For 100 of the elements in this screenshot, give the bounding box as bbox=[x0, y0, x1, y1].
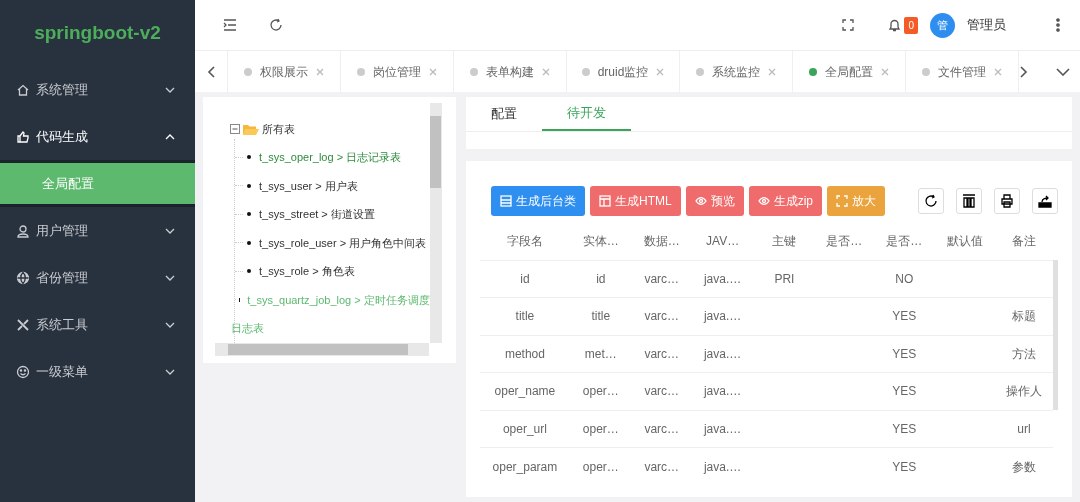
table-cell: java.… bbox=[703, 421, 742, 436]
table-cell: id bbox=[520, 271, 530, 286]
sidebar-menu-item[interactable]: 省份管理 bbox=[0, 254, 195, 301]
print-button[interactable] bbox=[994, 188, 1020, 214]
page-tab[interactable]: 文件管理 bbox=[906, 50, 1019, 93]
expand-arrows-icon bbox=[836, 195, 848, 207]
column-header: 是否… bbox=[826, 233, 863, 248]
bell-icon[interactable] bbox=[888, 18, 902, 32]
action-button[interactable]: 生成后台类 bbox=[491, 186, 585, 216]
table-cell: PRI bbox=[774, 271, 795, 286]
chevron-left-icon[interactable] bbox=[207, 65, 215, 78]
table-cell: YES bbox=[892, 421, 917, 436]
table-cell: varc… bbox=[644, 346, 680, 361]
page-tab[interactable]: 系统监控 bbox=[680, 50, 793, 93]
sidebar-menu-item[interactable]: 系统工具 bbox=[0, 301, 195, 348]
tree-node[interactable]: t_sys_oper_log > 日志记录表 bbox=[259, 149, 402, 166]
table-cell: varc… bbox=[644, 271, 680, 286]
table-cell: java.… bbox=[703, 459, 742, 474]
table-cell: YES bbox=[892, 459, 917, 474]
user-icon bbox=[16, 223, 30, 238]
column-header: 实体… bbox=[582, 233, 619, 248]
refresh-icon bbox=[924, 194, 938, 208]
menu-icon[interactable] bbox=[223, 19, 237, 31]
column-header: 主键 bbox=[772, 233, 797, 248]
sidebar-menu-item[interactable]: 代码生成 bbox=[0, 113, 195, 160]
horizontal-scrollbar[interactable] bbox=[215, 343, 429, 356]
table-cell: title bbox=[591, 309, 611, 324]
chevron-down-icon[interactable] bbox=[1056, 67, 1070, 76]
thumbs-up-icon bbox=[16, 129, 30, 144]
table-cell: id bbox=[596, 271, 606, 286]
vertical-scrollbar[interactable] bbox=[1053, 260, 1058, 410]
content-tab[interactable]: 配置 bbox=[466, 97, 542, 131]
column-header: 备注 bbox=[1012, 233, 1037, 248]
columns-icon bbox=[962, 194, 976, 208]
table-cell: title bbox=[515, 309, 535, 324]
table-cell: oper… bbox=[582, 384, 619, 399]
layout-icon bbox=[599, 195, 611, 207]
table-cell: java.… bbox=[703, 309, 742, 324]
table-cell: met… bbox=[584, 346, 617, 361]
page-tab[interactable]: 全局配置 bbox=[793, 50, 906, 93]
chevron-right-icon[interactable] bbox=[1020, 65, 1028, 78]
export-button[interactable] bbox=[1032, 188, 1058, 214]
app-logo: springboot-v2 bbox=[34, 20, 161, 45]
table-cell: java.… bbox=[703, 271, 742, 286]
columns-button[interactable] bbox=[956, 188, 982, 214]
page-tab[interactable]: druid监控 bbox=[567, 50, 680, 93]
table-cell: java.… bbox=[703, 346, 742, 361]
more-icon[interactable] bbox=[1056, 18, 1060, 32]
refresh-button[interactable] bbox=[918, 188, 944, 214]
table-cell: varc… bbox=[644, 309, 680, 324]
eye-icon bbox=[694, 195, 707, 207]
page-tab[interactable]: 权限展示 bbox=[228, 50, 341, 93]
print-icon bbox=[1000, 194, 1014, 208]
table-cell: url bbox=[1017, 421, 1031, 436]
table-cell: 标题 bbox=[1012, 309, 1037, 324]
table-cell: YES bbox=[892, 384, 917, 399]
avatar[interactable]: 管 bbox=[930, 12, 955, 38]
vertical-scrollbar[interactable] bbox=[429, 103, 442, 343]
user-name[interactable]: 管理员 bbox=[967, 15, 1006, 35]
eye-icon bbox=[757, 195, 770, 207]
tree-node[interactable]: t_sys_role_user > 用户角色中间表 bbox=[259, 234, 427, 251]
globe-icon bbox=[16, 270, 30, 285]
table-cell: NO bbox=[895, 271, 914, 286]
page-tab[interactable]: 岗位管理 bbox=[341, 50, 454, 93]
table-cell: 参数 bbox=[1012, 459, 1037, 474]
table-cell: oper… bbox=[582, 421, 619, 436]
table-icon bbox=[500, 195, 512, 207]
sidebar-menu-item[interactable]: 系统管理 bbox=[0, 66, 195, 113]
home-icon bbox=[16, 82, 30, 97]
page-tab[interactable]: 表单构建 bbox=[454, 50, 567, 93]
tools-icon bbox=[16, 317, 30, 332]
column-header: 字段名 bbox=[506, 233, 543, 248]
column-header: 默认值 bbox=[947, 233, 984, 248]
column-header: JAV… bbox=[706, 233, 740, 248]
tree-node[interactable]: t_sys_role > 角色表 bbox=[259, 263, 355, 280]
table-cell: varc… bbox=[644, 384, 680, 399]
tree-node[interactable]: t_sys_street > 街道设置 bbox=[259, 206, 375, 223]
tree-node[interactable]: 所有表 bbox=[262, 120, 295, 138]
table-cell: 方法 bbox=[1012, 346, 1037, 361]
table-cell: YES bbox=[892, 346, 917, 361]
table-cell: java.… bbox=[703, 384, 742, 399]
refresh-icon[interactable] bbox=[269, 18, 283, 32]
table-cell: oper_param bbox=[492, 459, 558, 474]
smile-icon bbox=[16, 364, 30, 379]
content-tab[interactable]: 待开发 bbox=[542, 97, 631, 131]
sidebar-menu-item[interactable]: 用户管理 bbox=[0, 207, 195, 254]
fullscreen-icon[interactable] bbox=[842, 19, 855, 31]
column-header: 数据… bbox=[643, 233, 680, 248]
collapse-icon[interactable] bbox=[230, 124, 240, 134]
notification-badge: 0 bbox=[904, 16, 918, 34]
column-header: 是否… bbox=[886, 233, 923, 248]
table-cell: oper_name bbox=[494, 384, 556, 399]
table-cell: 操作人 bbox=[1006, 384, 1043, 399]
table-cell: YES bbox=[892, 309, 917, 324]
sidebar-menu-item[interactable]: 一级菜单 bbox=[0, 348, 195, 395]
tree-node[interactable]: t_sys_user > 用户表 bbox=[259, 177, 358, 194]
table-cell: oper_url bbox=[502, 421, 547, 436]
table-cell: varc… bbox=[644, 421, 680, 436]
export-icon bbox=[1038, 194, 1052, 208]
table-cell: varc… bbox=[644, 459, 680, 474]
